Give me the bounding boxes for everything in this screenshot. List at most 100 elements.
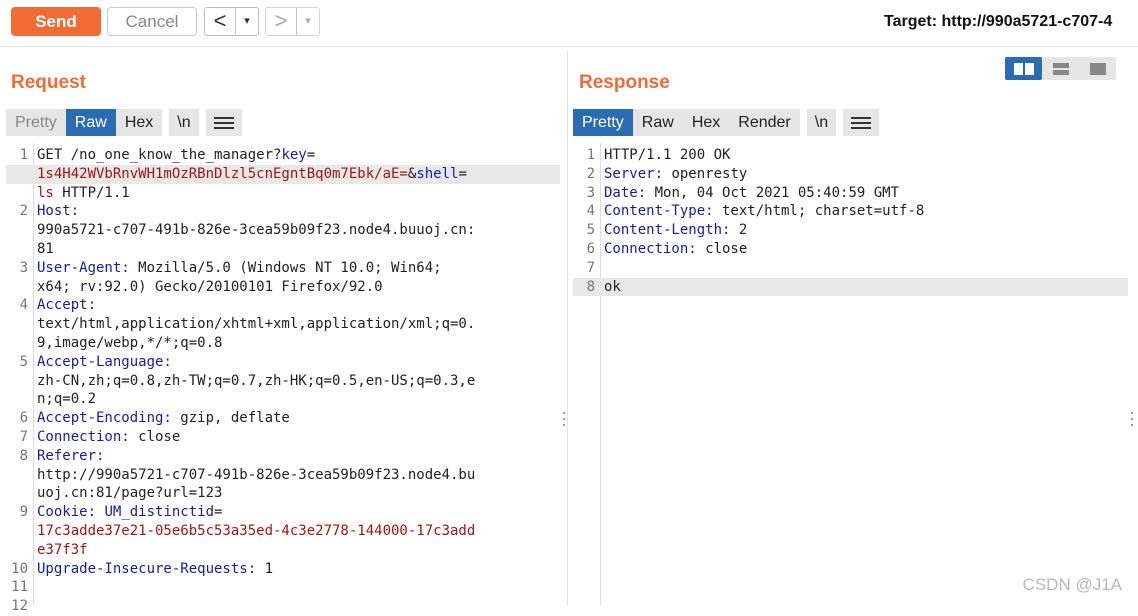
- watermark: CSDN @J1A: [1022, 575, 1122, 594]
- response-tab-raw[interactable]: Raw: [633, 109, 683, 136]
- response-line[interactable]: 6 Connection: close: [573, 240, 1128, 259]
- line-text: e37f3f: [37, 541, 88, 560]
- back-button-group[interactable]: < ▾: [204, 7, 259, 36]
- request-line[interactable]: 8 Referer:: [6, 447, 560, 466]
- request-line[interactable]: 12: [6, 597, 560, 616]
- request-line[interactable]: ls HTTP/1.1: [6, 184, 560, 203]
- request-line[interactable]: 1 GET /no_one_know_the_manager?key=: [6, 146, 560, 165]
- header-name: key: [281, 147, 307, 163]
- param-value: 1s4H42WVbRnvWH1mOzRBnDlzl5cnEgntBq0m7Ebk…: [37, 165, 408, 182]
- header-name: Upgrade-Insecure-Requests:: [37, 560, 257, 577]
- response-newline-toggle[interactable]: \n: [806, 109, 837, 136]
- plain-text: =: [458, 165, 467, 182]
- response-pane-resize-handle[interactable]: · · ·: [1129, 403, 1135, 433]
- request-line[interactable]: uoj.cn:81/page?url=123: [6, 484, 560, 503]
- request-line[interactable]: 81: [6, 240, 560, 259]
- line-text: x64; rv:92.0) Gecko/20100101 Firefox/92.…: [37, 278, 383, 297]
- request-line[interactable]: 17c3adde37e21-05e6b5c53a35ed-4c3e2778-14…: [6, 522, 560, 541]
- response-line[interactable]: 7: [573, 259, 1128, 278]
- plain-text: ok: [604, 278, 621, 295]
- line-number: 4: [19, 297, 28, 314]
- line-number: 6: [19, 410, 28, 427]
- response-tab-hex[interactable]: Hex: [683, 109, 729, 136]
- plain-text: HTTP/1.1: [53, 184, 130, 201]
- param-value: e37f3f: [37, 541, 88, 558]
- header-name: Date:: [604, 184, 647, 201]
- request-tab-hex[interactable]: Hex: [116, 109, 162, 136]
- line-number: [6, 334, 28, 353]
- line-text: Accept-Encoding: gzip, deflate: [37, 409, 290, 428]
- line-number: 12: [11, 598, 28, 615]
- line-text: Upgrade-Insecure-Requests: 1: [37, 560, 273, 579]
- request-menu-icon[interactable]: [205, 109, 242, 136]
- response-line[interactable]: 3 Date: Mon, 04 Oct 2021 05:40:59 GMT: [573, 184, 1128, 203]
- request-line[interactable]: 7 Connection: close: [6, 428, 560, 447]
- single-pane-icon[interactable]: [1079, 57, 1116, 80]
- back-arrow-icon[interactable]: <: [205, 8, 235, 35]
- request-line[interactable]: 11: [6, 578, 560, 597]
- request-line[interactable]: 4 Accept:: [6, 296, 560, 315]
- response-tab-render[interactable]: Render: [729, 109, 799, 136]
- request-line[interactable]: 2 Host:: [6, 202, 560, 221]
- request-line[interactable]: 1s4H42WVbRnvWH1mOzRBnDlzl5cnEgntBq0m7Ebk…: [6, 164, 560, 184]
- layout-toggle[interactable]: [1005, 57, 1116, 80]
- request-line[interactable]: 10 Upgrade-Insecure-Requests: 1: [6, 560, 560, 579]
- line-text: Accept-Language:: [37, 353, 172, 372]
- line-text: n;q=0.2: [37, 390, 96, 409]
- plain-text: zh-CN,zh;q=0.8,zh-TW;q=0.7,zh-HK;q=0.5,e…: [37, 372, 476, 389]
- request-line[interactable]: 6 Accept-Encoding: gzip, deflate: [6, 409, 560, 428]
- toolbar: Send Cancel < ▾ > ▾ Target: http://990a5…: [0, 0, 1138, 47]
- line-number: [6, 484, 28, 503]
- response-line[interactable]: 2 Server: openresty: [573, 165, 1128, 184]
- request-title: Request: [11, 72, 86, 93]
- request-line[interactable]: text/html,application/xhtml+xml,applicat…: [6, 315, 560, 334]
- request-newline-toggle[interactable]: \n: [169, 109, 199, 136]
- request-editor[interactable]: 1 GET /no_one_know_the_manager?key = 1s4H42…: [6, 143, 560, 614]
- response-tab-pretty[interactable]: Pretty: [573, 109, 633, 136]
- line-number: [6, 315, 28, 334]
- request-line[interactable]: n;q=0.2: [6, 390, 560, 409]
- line-number: [6, 221, 28, 240]
- request-line[interactable]: 3 User-Agent: Mozilla/5.0 (Windows NT 10.…: [6, 259, 560, 278]
- request-line[interactable]: zh-CN,zh;q=0.8,zh-TW;q=0.7,zh-HK;q=0.5,e…: [6, 372, 560, 391]
- plain-text: GET /no_one_know_the_manager?: [37, 147, 282, 163]
- plain-text: http://990a5721-c707-491b-826e-3cea59b09…: [37, 466, 476, 483]
- response-line[interactable]: 4 Content-Type: text/html; charset=utf-8: [573, 202, 1128, 221]
- request-line[interactable]: 9,image/webp,*/*;q=0.8: [6, 334, 560, 353]
- line-number: 5: [586, 222, 595, 239]
- response-line[interactable]: 8 ok: [573, 277, 1128, 297]
- forward-button-group[interactable]: > ▾: [265, 7, 320, 36]
- back-history-dropdown-icon[interactable]: ▾: [235, 8, 258, 35]
- request-line[interactable]: 5 Accept-Language:: [6, 353, 560, 372]
- request-tab-pretty[interactable]: Pretty: [6, 109, 66, 136]
- header-name: Accept:: [37, 297, 97, 314]
- response-menu-icon[interactable]: [843, 109, 880, 136]
- line-text: 17c3adde37e21-05e6b5c53a35ed-4c3e2778-14…: [37, 522, 475, 541]
- plain-text: HTTP/1.1 200 OK: [604, 147, 731, 163]
- target-url[interactable]: Target: http://990a5721-c707-4: [884, 13, 1112, 31]
- pane-divider[interactable]: [567, 50, 568, 605]
- request-line[interactable]: http://990a5721-c707-491b-826e-3cea59b09…: [6, 466, 560, 485]
- forward-history-dropdown-icon[interactable]: ▾: [296, 8, 319, 35]
- request-line[interactable]: e37f3f: [6, 541, 560, 560]
- line-text: Connection: close: [37, 428, 180, 447]
- line-text: Server: openresty: [604, 165, 747, 184]
- split-horizontal-icon[interactable]: [1005, 57, 1042, 80]
- request-tab-raw[interactable]: Raw: [65, 109, 116, 136]
- request-line[interactable]: x64; rv:92.0) Gecko/20100101 Firefox/92.…: [6, 278, 560, 297]
- forward-arrow-icon[interactable]: >: [266, 8, 296, 35]
- response-line[interactable]: 1 HTTP/1.1 200 OK: [573, 146, 1128, 165]
- line-number: 1: [19, 147, 28, 163]
- response-line[interactable]: 5 Content-Length: 2: [573, 221, 1128, 240]
- cancel-button[interactable]: Cancel: [107, 7, 197, 36]
- send-button[interactable]: Send: [11, 7, 101, 36]
- request-line[interactable]: 990a5721-c707-491b-826e-3cea59b09f23.nod…: [6, 221, 560, 240]
- line-text: Connection: close: [604, 240, 747, 259]
- plain-text: 9,image/webp,*/*;q=0.8: [37, 334, 223, 351]
- param-value: ls: [37, 184, 54, 201]
- header-name: Referer:: [37, 447, 105, 464]
- response-editor[interactable]: 1 HTTP/1.1 200 OK 2 Server: openresty 3 Date:…: [573, 143, 1128, 605]
- line-number: [6, 390, 28, 409]
- split-vertical-icon[interactable]: [1042, 57, 1079, 80]
- request-line[interactable]: 9 Cookie: UM_distinctid=: [6, 503, 560, 522]
